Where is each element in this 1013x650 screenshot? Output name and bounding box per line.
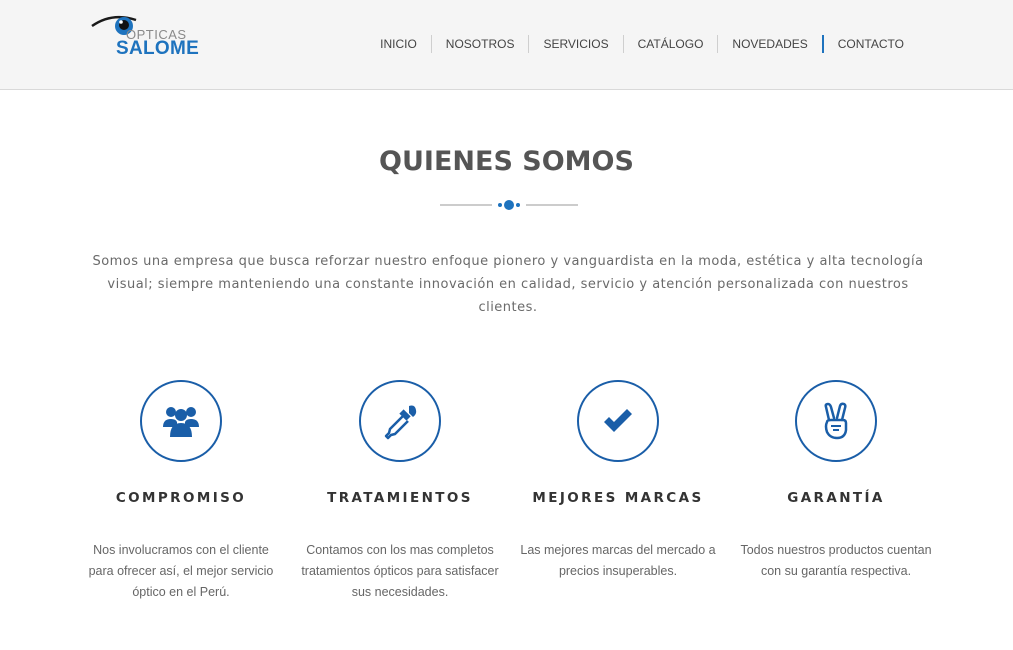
nav-servicios[interactable]: SERVICIOS — [528, 35, 622, 53]
nav-contacto[interactable]: CONTACTO — [821, 35, 918, 53]
feature-text: Las mejores marcas del mercado a precios… — [520, 543, 716, 578]
nav-nosotros[interactable]: NOSOTROS — [430, 35, 529, 53]
feature-mejores-marcas: MEJORES MARCAS Las mejores marcas del me… — [513, 380, 723, 582]
logo-text-bottom: SALOME — [116, 38, 200, 59]
feature-text: Contamos con los mas completos tratamien… — [301, 543, 499, 599]
main-nav: INICIO NOSOTROS SERVICIOS CATÁLOGO NOVED… — [366, 34, 918, 54]
peace-hand-icon — [824, 402, 848, 440]
users-icon — [163, 407, 199, 437]
feature-garantia: GARANTÍA Todos nuestros productos cuenta… — [731, 380, 941, 582]
title-divider — [440, 200, 578, 210]
nav-novedades[interactable]: NOVEDADES — [717, 35, 821, 53]
feature-compromiso: COMPROMISO Nos involucramos con el clien… — [76, 380, 286, 603]
eyedropper-icon — [384, 405, 417, 440]
feature-title: TRATAMIENTOS — [327, 490, 473, 506]
feature-text: Nos involucramos con el cliente para ofr… — [88, 543, 274, 599]
feature-text: Todos nuestros productos cuentan con su … — [740, 543, 932, 578]
intro-text: Somos una empresa que busca reforzar nue… — [92, 254, 924, 315]
site-header: OPTICAS SALOME INICIO NOSOTROS SERVICIOS… — [0, 0, 1013, 90]
feature-icon-circle — [359, 380, 441, 462]
feature-title: GARANTÍA — [787, 490, 885, 506]
feature-icon-circle — [795, 380, 877, 462]
feature-icon-circle — [140, 380, 222, 462]
nav-inicio[interactable]: INICIO — [366, 35, 431, 53]
feature-icon-circle — [577, 380, 659, 462]
feature-title: COMPROMISO — [115, 490, 247, 506]
feature-title: MEJORES MARCAS — [532, 490, 704, 506]
nav-catalogo[interactable]: CATÁLOGO — [622, 35, 718, 53]
feature-tratamientos: TRATAMIENTOS Contamos con los mas comple… — [295, 380, 505, 603]
logo[interactable]: OPTICAS SALOME — [90, 14, 210, 62]
page-title: QUIENES SOMOS — [379, 146, 634, 177]
checkmark-icon — [604, 409, 632, 432]
